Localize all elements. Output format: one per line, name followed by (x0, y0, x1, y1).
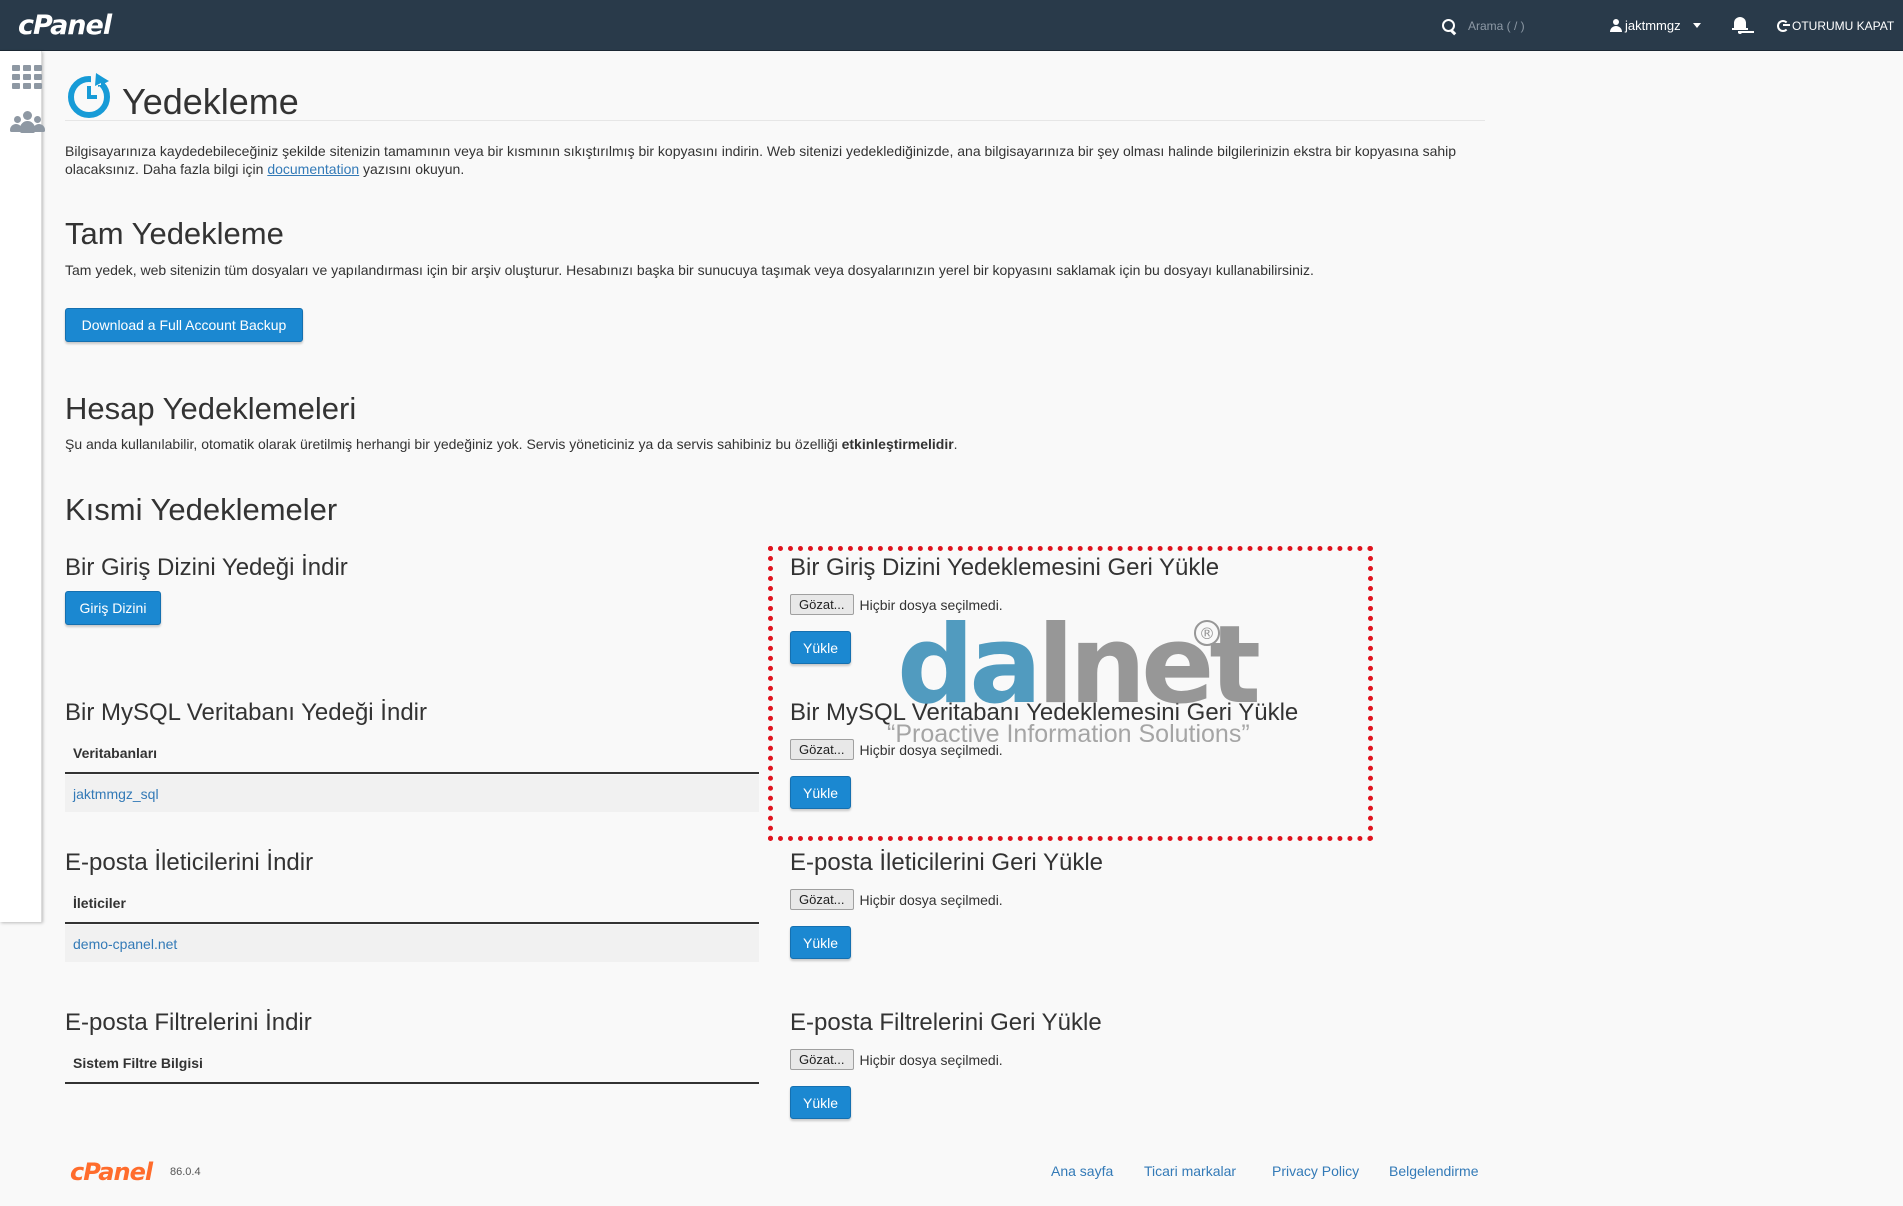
filters-download-title: E-posta Filtrelerini İndir (65, 1009, 312, 1036)
documentation-link[interactable]: documentation (267, 161, 359, 177)
users-icon[interactable] (10, 111, 46, 135)
watermark-brand-da: da (897, 603, 1042, 728)
intro-text: Bilgisayarınıza kaydedebileceğiniz şekil… (65, 142, 1485, 178)
table-row: jaktmmgz_sql (65, 775, 759, 812)
filters-upload-button[interactable]: Yükle (790, 1086, 851, 1119)
home-directory-button[interactable]: Giriş Dizini (65, 591, 161, 625)
table-row: demo-cpanel.net (65, 925, 759, 962)
user-menu[interactable]: jaktmmgz (1610, 0, 1701, 51)
databases-column-header: Veritabanları (65, 734, 759, 774)
search-icon[interactable] (1441, 18, 1457, 34)
registered-mark: ® (1194, 620, 1220, 646)
account-backups-text: Şu anda kullanılabilir, otomatik olarak … (65, 436, 842, 452)
email-download-title: E-posta İleticilerini İndir (65, 849, 314, 876)
filters-file-chooser: Gözat... Hiçbir dosya seçilmedi. (790, 1049, 1003, 1070)
filters-column-header: Sistem Filtre Bilgisi (65, 1044, 759, 1084)
search-input[interactable] (1468, 18, 1588, 33)
browse-button[interactable]: Gözat... (790, 1049, 854, 1070)
footer-cpanel-logo[interactable]: cPanel (70, 1158, 153, 1186)
page-title: Yedekleme (122, 81, 299, 122)
logout-icon (1777, 19, 1790, 32)
search-box[interactable] (1441, 0, 1588, 51)
username-label: jaktmmgz (1625, 18, 1681, 33)
email-domain-link[interactable]: demo-cpanel.net (73, 936, 177, 952)
messages-column-header: İleticiler (65, 884, 759, 924)
mysql-download-title: Bir MySQL Veritabanı Yedeği İndir (65, 699, 427, 726)
email-file-chooser: Gözat... Hiçbir dosya seçilmedi. (790, 889, 1003, 910)
full-backup-title: Tam Yedekleme (65, 216, 284, 251)
cpanel-logo[interactable]: cPanel (18, 10, 112, 41)
page-header: Yedekleme (65, 62, 1485, 122)
grid-icon[interactable] (12, 65, 42, 89)
top-navbar: cPanel jaktmmgz OTURUMU KAPAT (0, 0, 1903, 51)
account-backups-title: Hesap Yedeklemeleri (65, 391, 357, 426)
footer-link-home[interactable]: Ana sayfa (1051, 1163, 1113, 1179)
browse-button[interactable]: Gözat... (790, 889, 854, 910)
intro-part2: yazısını okuyun. (359, 161, 465, 177)
partial-backups-title: Kısmi Yedeklemeler (65, 492, 338, 527)
account-backups-description: Şu anda kullanılabilir, otomatik olarak … (65, 436, 1485, 452)
dalnet-watermark: dalnet ® “Proactive Information Solution… (887, 612, 1267, 752)
bell-icon[interactable] (1732, 16, 1748, 34)
database-link[interactable]: jaktmmgz_sql (73, 786, 159, 802)
left-sidebar (0, 51, 45, 922)
logout-label: OTURUMU KAPAT (1792, 18, 1895, 33)
chevron-down-icon (1692, 23, 1701, 28)
email-upload-button[interactable]: Yükle (790, 926, 851, 959)
account-backups-bold: etkinleştirmelidir (841, 436, 954, 452)
account-backups-period: . (953, 436, 958, 452)
watermark-brand-lnet: lnet (1037, 603, 1261, 728)
logout-button[interactable]: OTURUMU KAPAT (1777, 0, 1894, 51)
full-backup-description: Tam yedek, web sitenizin tüm dosyaları v… (65, 262, 1314, 278)
version-label: 86.0.4 (170, 1166, 201, 1178)
no-file-label: Hiçbir dosya seçilmedi. (859, 891, 1003, 908)
home-download-title: Bir Giriş Dizini Yedeği İndir (65, 554, 348, 581)
download-full-backup-button[interactable]: Download a Full Account Backup (65, 308, 303, 342)
backup-icon (68, 73, 110, 118)
watermark-tagline: “Proactive Information Solutions” (887, 720, 1250, 748)
user-icon (1610, 19, 1622, 32)
footer-link-documentation[interactable]: Belgelendirme (1389, 1163, 1479, 1179)
no-file-label: Hiçbir dosya seçilmedi. (859, 1051, 1003, 1068)
footer-link-privacy[interactable]: Privacy Policy (1272, 1163, 1359, 1179)
filters-restore-title: E-posta Filtrelerini Geri Yükle (790, 1009, 1102, 1036)
email-restore-title: E-posta İleticilerini Geri Yükle (790, 849, 1104, 876)
footer-link-trademarks[interactable]: Ticari markalar (1144, 1163, 1236, 1179)
